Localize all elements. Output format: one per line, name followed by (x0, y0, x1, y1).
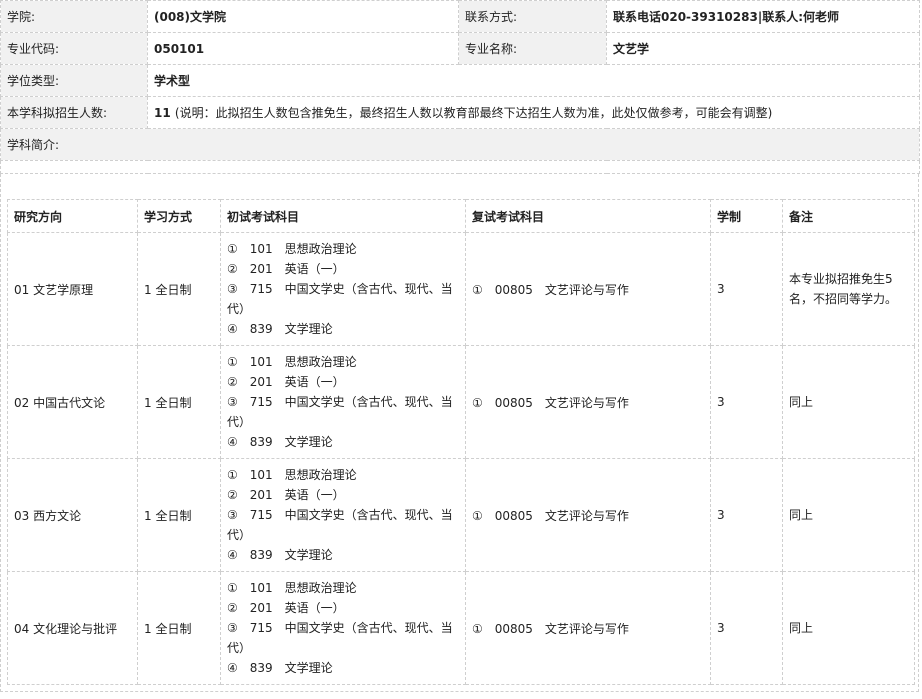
direction-cell: 03 西方文论 (7, 458, 138, 572)
exam-cell: ① 101 思想政治理论 ② 201 英语（一） ③ 715 中国文学史（含古代… (220, 345, 466, 459)
info-row-college: 学院: (008)文学院 联系方式: 联系电话020-39310283|联系人:… (0, 0, 920, 33)
mode-cell: 1 全日制 (137, 232, 221, 346)
directions-section: 研究方向 学习方式 初试考试科目 复试考试科目 学制 备注 01 文艺学原理 1… (0, 174, 919, 692)
note-cell: 本专业拟招推免生5名，不招同等学力。 (782, 232, 915, 346)
retest-cell: ① 00805 文艺评论与写作 (465, 571, 711, 685)
info-row-major: 专业代码: 050101 专业名称: 文艺学 (0, 32, 920, 65)
mode-cell: 1 全日制 (137, 345, 221, 459)
major-code-value: 050101 (147, 32, 459, 65)
years-cell: 3 (710, 232, 783, 346)
college-value: (008)文学院 (147, 0, 459, 33)
intro-content (0, 160, 920, 174)
info-row-intro: 学科简介: (0, 128, 920, 161)
table-row: 03 西方文论 1 全日制 ① 101 思想政治理论 ② 201 英语（一） ③… (7, 458, 915, 572)
exam-subject: ④ 839 文学理论 (227, 661, 333, 675)
exam-subject: ① 101 思想政治理论 (227, 242, 357, 256)
table-row: 02 中国古代文论 1 全日制 ① 101 思想政治理论 ② 201 英语（一）… (7, 345, 915, 459)
enroll-value: 11 (说明：此拟招生人数包含推免生，最终招生人数以教育部最终下达招生人数为准，… (147, 96, 920, 129)
note-cell: 同上 (782, 345, 915, 459)
exam-subject: ② 201 英语（一） (227, 601, 345, 615)
retest-cell: ① 00805 文艺评论与写作 (465, 232, 711, 346)
retest-cell: ① 00805 文艺评论与写作 (465, 345, 711, 459)
header-exam: 初试考试科目 (220, 199, 466, 233)
major-info-page: 学院: (008)文学院 联系方式: 联系电话020-39310283|联系人:… (0, 0, 922, 699)
exam-subject: ② 201 英语（一） (227, 488, 345, 502)
info-row-intro-content (0, 160, 920, 174)
header-mode: 学习方式 (137, 199, 221, 233)
exam-subject: ② 201 英语（一） (227, 375, 345, 389)
mode-cell: 1 全日制 (137, 458, 221, 572)
info-row-degree: 学位类型: 学术型 (0, 64, 920, 97)
header-retest: 复试考试科目 (465, 199, 711, 233)
contact-value: 联系电话020-39310283|联系人:何老师 (606, 0, 920, 33)
degree-type-label: 学位类型: (0, 64, 148, 97)
direction-cell: 01 文艺学原理 (7, 232, 138, 346)
directions-table: 研究方向 学习方式 初试考试科目 复试考试科目 学制 备注 01 文艺学原理 1… (7, 199, 915, 685)
exam-subject: ① 101 思想政治理论 (227, 468, 357, 482)
major-name-value: 文艺学 (606, 32, 920, 65)
header-years: 学制 (710, 199, 783, 233)
directions-header-row: 研究方向 学习方式 初试考试科目 复试考试科目 学制 备注 (7, 199, 915, 233)
direction-cell: 04 文化理论与批评 (7, 571, 138, 685)
major-code-label: 专业代码: (0, 32, 148, 65)
years-cell: 3 (710, 345, 783, 459)
exam-subject: ④ 839 文学理论 (227, 435, 333, 449)
enroll-count: 11 (154, 106, 171, 120)
note-cell: 同上 (782, 458, 915, 572)
direction-cell: 02 中国古代文论 (7, 345, 138, 459)
years-cell: 3 (710, 571, 783, 685)
exam-cell: ① 101 思想政治理论 ② 201 英语（一） ③ 715 中国文学史（含古代… (220, 232, 466, 346)
exam-subject: ③ 715 中国文学史（含古代、现代、当代） (227, 282, 453, 316)
header-note: 备注 (782, 199, 915, 233)
table-row: 01 文艺学原理 1 全日制 ① 101 思想政治理论 ② 201 英语（一） … (7, 232, 915, 346)
exam-subject: ④ 839 文学理论 (227, 322, 333, 336)
exam-subject: ③ 715 中国文学史（含古代、现代、当代） (227, 508, 453, 542)
note-cell: 同上 (782, 571, 915, 685)
exam-cell: ① 101 思想政治理论 ② 201 英语（一） ③ 715 中国文学史（含古代… (220, 458, 466, 572)
table-row: 04 文化理论与批评 1 全日制 ① 101 思想政治理论 ② 201 英语（一… (7, 571, 915, 685)
enroll-label: 本学科拟招生人数: (0, 96, 148, 129)
exam-subject: ④ 839 文学理论 (227, 548, 333, 562)
enroll-note: (说明：此拟招生人数包含推免生，最终招生人数以教育部最终下达招生人数为准，此处仅… (174, 106, 773, 120)
degree-type-value: 学术型 (147, 64, 920, 97)
contact-label: 联系方式: (458, 0, 607, 33)
mode-cell: 1 全日制 (137, 571, 221, 685)
college-label: 学院: (0, 0, 148, 33)
info-row-enroll: 本学科拟招生人数: 11 (说明：此拟招生人数包含推免生，最终招生人数以教育部最… (0, 96, 920, 129)
exam-subject: ③ 715 中国文学史（含古代、现代、当代） (227, 395, 453, 429)
header-direction: 研究方向 (7, 199, 138, 233)
years-cell: 3 (710, 458, 783, 572)
major-name-label: 专业名称: (458, 32, 607, 65)
exam-subject: ② 201 英语（一） (227, 262, 345, 276)
exam-subject: ① 101 思想政治理论 (227, 581, 357, 595)
exam-subject: ① 101 思想政治理论 (227, 355, 357, 369)
intro-label: 学科简介: (0, 128, 920, 161)
retest-cell: ① 00805 文艺评论与写作 (465, 458, 711, 572)
major-info-table: 学院: (008)文学院 联系方式: 联系电话020-39310283|联系人:… (0, 0, 920, 174)
exam-subject: ③ 715 中国文学史（含古代、现代、当代） (227, 621, 453, 655)
exam-cell: ① 101 思想政治理论 ② 201 英语（一） ③ 715 中国文学史（含古代… (220, 571, 466, 685)
